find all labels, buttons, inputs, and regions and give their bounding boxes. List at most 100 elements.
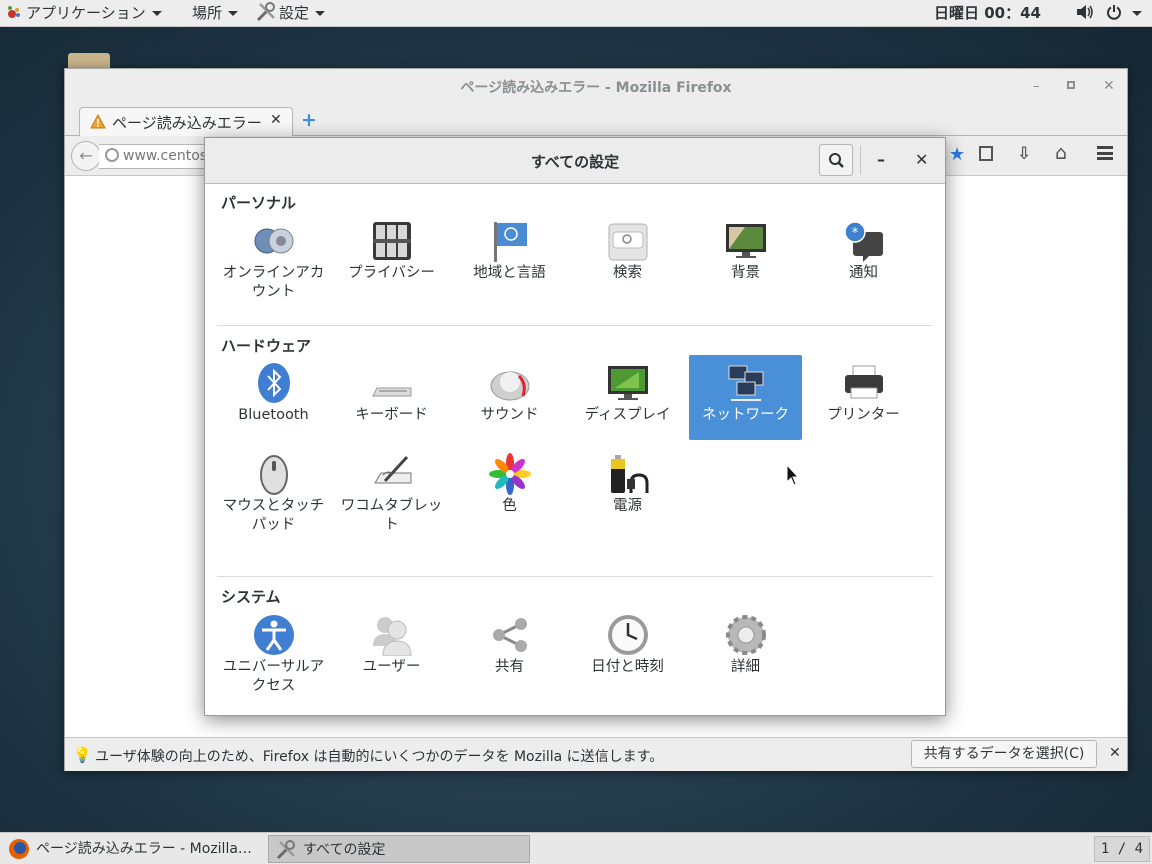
online-accounts-icon (254, 228, 294, 254)
section-title-system: システム (221, 588, 281, 606)
new-tab-button[interactable]: + (301, 109, 317, 131)
section-title-personal: パーソナル (221, 194, 297, 212)
item-label: 詳細 (731, 659, 760, 675)
close-button[interactable]: ✕ (915, 150, 928, 169)
settings-item-online-accounts[interactable]: オンラインアカウント (217, 218, 330, 303)
settings-menu-label: 設定 (279, 4, 310, 22)
search-icon (829, 153, 844, 168)
header-separator (860, 146, 861, 174)
notice-close-icon[interactable]: ✕ (1109, 745, 1121, 761)
item-label: 色 (502, 498, 517, 514)
volume-icon[interactable] (1076, 0, 1094, 27)
network-icon (728, 365, 764, 401)
settings-window: すべての設定 – ✕ パーソナル オンラインアカウント プライバシー 地域と言語… (204, 137, 946, 716)
url-bar[interactable]: www.centos (99, 144, 219, 169)
settings-item-privacy[interactable]: プライバシー (335, 218, 448, 303)
firefox-titlebar[interactable]: ページ読み込みエラー - Mozilla Firefox (65, 69, 1127, 107)
item-label: 通知 (849, 265, 878, 281)
settings-item-color[interactable]: 色 (453, 451, 566, 536)
power-menu[interactable] (1106, 0, 1142, 27)
share-icon (493, 618, 527, 652)
settings-item-background[interactable]: 背景 (689, 218, 802, 303)
globe-icon (105, 148, 119, 162)
notifications-icon: * (844, 221, 883, 262)
item-label: マウスとタッチパッド (222, 498, 325, 533)
item-label: プライバシー (348, 265, 435, 281)
flag-icon (494, 222, 527, 262)
item-label: 電源 (613, 498, 642, 514)
settings-item-notifications[interactable]: * 通知 (807, 218, 920, 303)
search-settings-icon (608, 223, 648, 261)
desktop-folder-icon[interactable] (68, 53, 110, 69)
taskbar-label: すべての設定 (303, 842, 386, 858)
settings-item-universal-access[interactable]: ユニバーサルアクセス (217, 612, 330, 712)
tab-label: ページ読み込みエラー (112, 114, 262, 132)
settings-item-printers[interactable]: プリンター (807, 360, 920, 445)
item-label: プリンター (827, 407, 900, 423)
privacy-icon (373, 222, 411, 260)
taskbar-item-firefox[interactable]: ページ読み込みエラー - Mozilla… (2, 835, 264, 863)
close-button[interactable]: ✕ (1103, 78, 1115, 94)
settings-item-wacom-tablet[interactable]: ワコムタブレット (335, 451, 448, 551)
settings-item-display[interactable]: ディスプレイ (571, 360, 684, 445)
chevron-down-icon (151, 11, 162, 16)
minimize-button[interactable]: – (1033, 79, 1040, 94)
chevron-down-icon (315, 11, 326, 16)
settings-item-search[interactable]: 検索 (571, 218, 684, 303)
tab-page-load-error[interactable]: ページ読み込みエラー ✕ (79, 107, 293, 136)
mouse-icon (260, 455, 288, 495)
data-reporting-notice: 💡 ユーザ体験の向上のため、Firefox は自動的にいくつかのデータを Moz… (65, 737, 1127, 771)
menu-icon[interactable] (1097, 146, 1113, 160)
item-label: 背景 (731, 265, 760, 281)
minimize-button[interactable]: – (877, 150, 885, 169)
item-label: ユニバーサルアクセス (222, 659, 325, 694)
applications-menu[interactable]: アプリケーション (6, 0, 162, 27)
warning-icon (90, 114, 106, 129)
power-icon (1107, 5, 1121, 20)
settings-item-users[interactable]: ユーザー (335, 612, 448, 697)
url-text: www.centos (123, 148, 208, 164)
section-divider (217, 325, 933, 326)
background-icon (726, 224, 766, 258)
settings-item-details[interactable]: 詳細 (689, 612, 802, 697)
item-label: ネットワーク (702, 407, 789, 423)
settings-item-sound[interactable]: サウンド (453, 360, 566, 445)
settings-headerbar[interactable]: すべての設定 – ✕ (205, 138, 945, 184)
places-menu[interactable]: 場所 (192, 0, 239, 27)
settings-item-bluetooth[interactable]: Bluetooth (217, 360, 330, 445)
workspace-indicator[interactable]: 1 / 4 (1094, 836, 1150, 862)
settings-item-power[interactable]: 電源 (571, 451, 684, 536)
settings-item-date-time[interactable]: 日付と時刻 (571, 612, 684, 697)
settings-menu[interactable]: 設定 (255, 0, 326, 27)
bookmarks-list-icon[interactable] (979, 146, 993, 161)
chevron-down-icon (1132, 11, 1142, 16)
speaker-icon (490, 371, 530, 401)
mouse-pointer-icon (786, 464, 800, 486)
settings-item-sharing[interactable]: 共有 (453, 612, 566, 697)
svg-text:*: * (852, 226, 859, 241)
settings-item-region-language[interactable]: 地域と言語 (453, 218, 566, 303)
download-icon[interactable]: ⇩ (1017, 144, 1031, 164)
item-label: ワコムタブレット (340, 498, 443, 533)
notice-text: ユーザ体験の向上のため、Firefox は自動的にいくつかのデータを Mozil… (95, 749, 664, 765)
settings-item-network[interactable]: ネットワーク (689, 355, 802, 440)
search-button[interactable] (819, 144, 853, 176)
item-label: オンラインアカウント (222, 265, 325, 300)
maximize-button[interactable] (1067, 81, 1075, 89)
places-label: 場所 (192, 4, 223, 22)
back-button[interactable]: ← (71, 141, 101, 171)
battery-plug-icon (611, 455, 649, 493)
item-label: 共有 (495, 659, 524, 675)
settings-item-keyboard[interactable]: キーボード (335, 360, 448, 445)
choose-data-button[interactable]: 共有するデータを選択(C) (911, 740, 1097, 768)
applications-label: アプリケーション (26, 4, 146, 22)
home-icon[interactable]: ⌂ (1055, 142, 1067, 164)
settings-item-mouse-touchpad[interactable]: マウスとタッチパッド (217, 451, 330, 551)
taskbar-item-settings[interactable]: すべての設定 (268, 835, 530, 863)
item-label: ユーザー (362, 659, 421, 675)
tab-close-icon[interactable]: ✕ (270, 112, 282, 128)
top-bar: アプリケーション 場所 設定 日曜日 00：44 (0, 0, 1152, 27)
bookmark-star-icon[interactable]: ★ (949, 144, 965, 165)
clock[interactable]: 日曜日 00：44 (934, 0, 1041, 27)
item-label: Bluetooth (238, 407, 309, 423)
